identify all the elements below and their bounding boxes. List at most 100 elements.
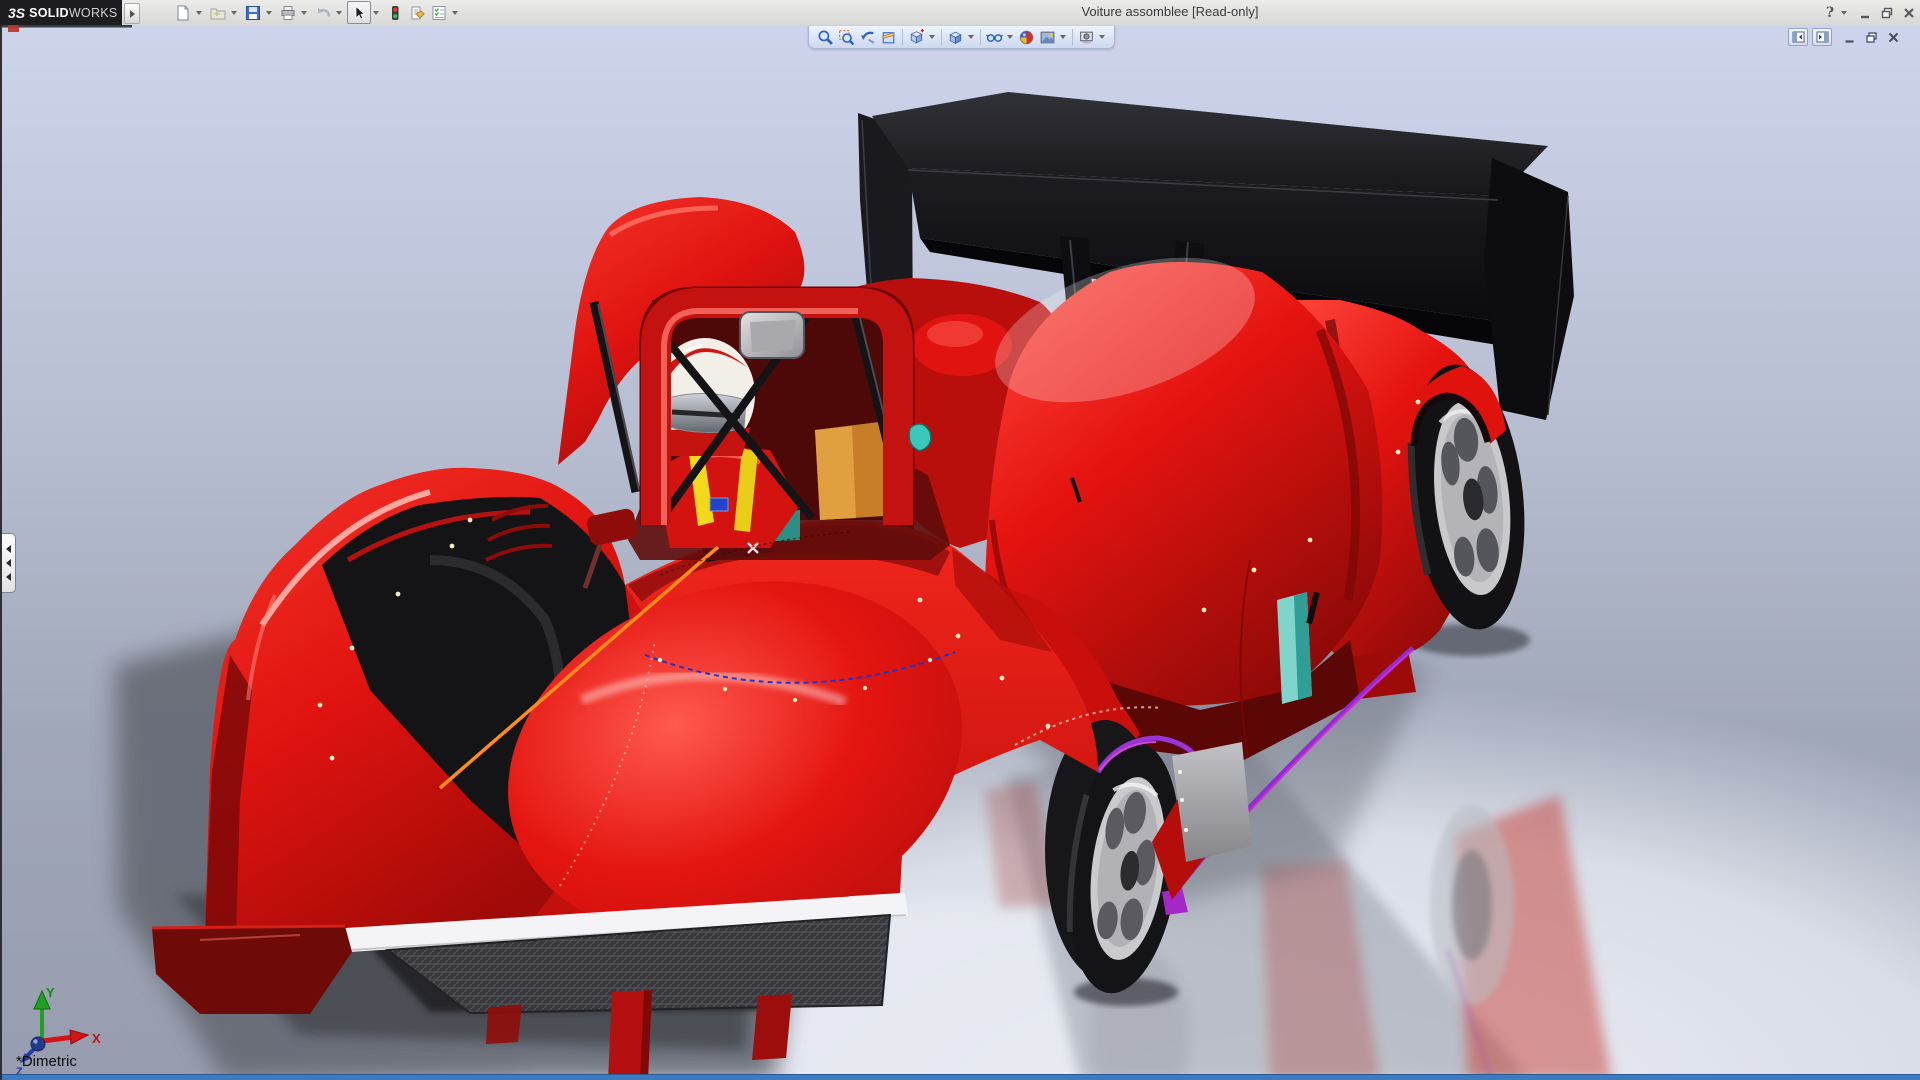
triad-x-axis: X xyxy=(42,1030,101,1046)
zoom-to-area-icon xyxy=(838,29,855,46)
save-icon xyxy=(245,5,261,21)
close-icon xyxy=(1902,6,1916,20)
rebuild-traffic-light-icon xyxy=(387,5,403,21)
open-icon xyxy=(210,5,226,21)
zoom-to-fit-button[interactable] xyxy=(815,27,836,47)
restore-icon xyxy=(1880,6,1894,20)
view-settings-icon xyxy=(1078,29,1095,46)
display-style-icon xyxy=(947,29,964,46)
pane-right-icon xyxy=(1816,31,1829,43)
save-dropdown[interactable] xyxy=(264,2,274,23)
svg-text:X: X xyxy=(92,1031,101,1046)
document-restore-icon xyxy=(1865,31,1878,44)
toolbar-separator xyxy=(1072,29,1073,45)
undo-icon xyxy=(315,5,331,21)
collapse-arrow-icon xyxy=(6,559,11,567)
viewport-bottom-border xyxy=(2,1074,1920,1080)
minimize-icon xyxy=(1858,6,1872,20)
standard-toolbar xyxy=(172,2,463,23)
window-controls: ? xyxy=(1817,0,1918,25)
help-dropdown[interactable] xyxy=(1839,2,1849,23)
apply-scene-dropdown[interactable] xyxy=(1058,27,1068,48)
view-orientation-label: *Dimetric xyxy=(16,1053,77,1070)
view-orientation-dropdown[interactable] xyxy=(927,27,937,48)
view-settings-dropdown[interactable] xyxy=(1097,27,1107,48)
solidworks-logo: 3S SOLIDWORKS xyxy=(0,0,122,25)
splitter-post-2 xyxy=(752,994,792,1060)
undo-dropdown[interactable] xyxy=(334,2,344,23)
collapse-arrow-icon xyxy=(6,545,11,553)
previous-view-button[interactable] xyxy=(857,27,878,47)
open-button[interactable] xyxy=(207,2,229,23)
edit-appearance-button[interactable] xyxy=(1016,27,1037,47)
3d-model-render[interactable] xyxy=(2,25,1920,1080)
cockpit[interactable] xyxy=(594,288,950,560)
collapse-arrow-icon xyxy=(6,573,11,581)
rear-view-mirror[interactable] xyxy=(740,312,804,358)
document-minimize-icon xyxy=(1843,31,1856,44)
view-orientation-button[interactable] xyxy=(906,27,927,47)
save-button[interactable] xyxy=(242,2,264,23)
document-close-icon xyxy=(1887,31,1900,44)
toolbar-separator xyxy=(941,29,942,45)
options-dropdown[interactable] xyxy=(450,2,460,23)
new-document-icon xyxy=(175,5,191,21)
options-button[interactable] xyxy=(428,2,450,23)
toolbar-separator xyxy=(980,29,981,45)
triad-y-axis: Y xyxy=(34,985,55,1041)
print-button[interactable] xyxy=(277,2,299,23)
options-icon xyxy=(431,5,447,21)
edit-appearance-icon xyxy=(1018,29,1035,46)
open-dropdown[interactable] xyxy=(229,2,239,23)
titlebar: 3S SOLIDWORKS xyxy=(0,0,1920,26)
headsup-view-toolbar xyxy=(808,26,1115,49)
help-button[interactable]: ? xyxy=(1821,4,1839,22)
new-dropdown[interactable] xyxy=(194,2,204,23)
view-settings-button[interactable] xyxy=(1076,27,1097,47)
3ds-logo-icon: 3S xyxy=(8,5,25,21)
apply-scene-button[interactable] xyxy=(1037,27,1058,47)
new-document-button[interactable] xyxy=(172,2,194,23)
graphics-area[interactable]: Y X Z *Dimetric xyxy=(0,25,1920,1080)
hide-show-items-icon xyxy=(986,29,1003,46)
undo-button[interactable] xyxy=(312,2,334,23)
display-style-button[interactable] xyxy=(945,27,966,47)
display-style-dropdown[interactable] xyxy=(966,27,976,48)
rebuild-button[interactable] xyxy=(384,2,406,23)
select-dropdown[interactable] xyxy=(371,2,381,23)
document-close-button[interactable] xyxy=(1885,29,1902,45)
menu-flyout-arrow[interactable] xyxy=(124,3,140,24)
select-cursor-icon xyxy=(351,5,367,21)
section-view-button[interactable] xyxy=(878,27,899,47)
print-icon xyxy=(280,5,296,21)
flyout-triangle-icon xyxy=(130,10,135,18)
document-minimize-button[interactable] xyxy=(1841,29,1858,45)
logo-text-light: WORKS xyxy=(69,6,118,20)
pane-left-icon xyxy=(1792,31,1805,43)
document-restore-button[interactable] xyxy=(1863,29,1880,45)
view-orientation-icon xyxy=(908,29,925,46)
pane-right-button[interactable] xyxy=(1812,28,1832,46)
teal-fitting xyxy=(909,424,931,451)
zoom-to-area-button[interactable] xyxy=(836,27,857,47)
file-properties-button[interactable] xyxy=(406,2,428,23)
pane-left-button[interactable] xyxy=(1788,28,1808,46)
toolbar-separator xyxy=(902,29,903,45)
minimize-button[interactable] xyxy=(1856,4,1874,22)
print-dropdown[interactable] xyxy=(299,2,309,23)
document-window-controls xyxy=(1788,28,1902,46)
side-gray-panel xyxy=(1172,742,1252,862)
select-button[interactable] xyxy=(347,1,371,24)
featuremanager-collapse-tab[interactable] xyxy=(2,533,16,593)
hide-show-dropdown[interactable] xyxy=(1005,27,1015,48)
window-title: Voiture assomblee [Read-only] xyxy=(1010,4,1330,19)
svg-text:Y: Y xyxy=(46,985,55,1000)
hide-show-items-button[interactable] xyxy=(984,27,1005,47)
previous-view-icon xyxy=(859,29,876,46)
zoom-to-fit-icon xyxy=(817,29,834,46)
solidworks-window: 3S SOLIDWORKS xyxy=(0,0,1920,1080)
section-view-icon xyxy=(880,29,897,46)
restore-button[interactable] xyxy=(1878,4,1896,22)
close-button[interactable] xyxy=(1900,4,1918,22)
logo-text-bold: SOLID xyxy=(29,6,69,20)
